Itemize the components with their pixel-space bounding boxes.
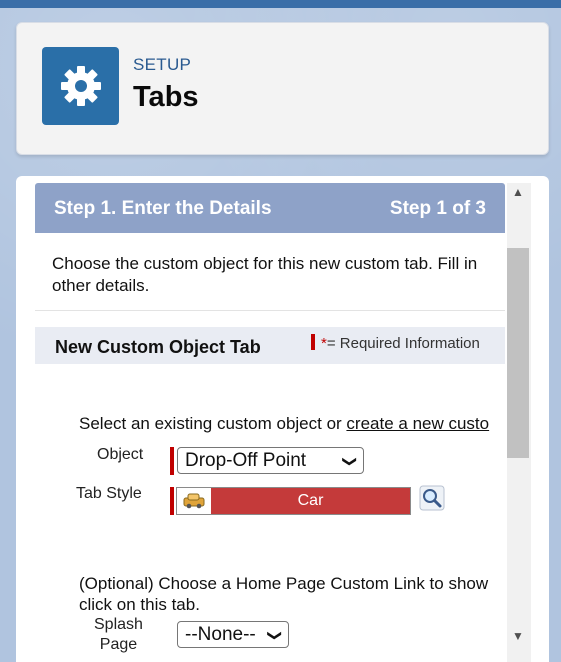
car-icon <box>177 488 211 514</box>
splash-page-label-line1: Splash <box>94 616 143 633</box>
scroll-down-arrow-icon[interactable]: ▼ <box>512 629 524 643</box>
chevron-down-icon: ❯ <box>267 629 284 642</box>
select-object-instruction: Select an existing custom object or crea… <box>79 414 489 434</box>
section-header: New Custom Object Tab *= Required Inform… <box>35 327 505 364</box>
tab-style-field[interactable]: Car <box>176 487 411 515</box>
step-header: Step 1. Enter the Details Step 1 of 3 <box>35 183 505 233</box>
object-select[interactable]: Drop-Off Point ❯ <box>177 447 364 474</box>
required-legend: *= Required Information <box>321 335 480 352</box>
step-counter: Step 1 of 3 <box>389 198 486 219</box>
top-banner <box>0 0 561 8</box>
object-required-marker <box>170 447 174 475</box>
page-title: Tabs <box>133 81 199 113</box>
page-header: SETUP Tabs <box>16 22 549 155</box>
splash-page-instruction: (Optional) Choose a Home Page Custom Lin… <box>79 574 489 614</box>
tab-style-value: Car <box>211 488 410 514</box>
select-object-prefix: Select an existing custom object or <box>79 414 347 433</box>
section-title: New Custom Object Tab <box>55 337 261 357</box>
tab-style-label: Tab Style <box>76 485 142 502</box>
object-label: Object <box>97 446 144 463</box>
step-title: Step 1. Enter the Details <box>54 198 272 219</box>
splash-page-label-line2: Page <box>99 636 138 653</box>
required-marker <box>311 334 315 350</box>
scroll-viewport: Step 1. Enter the Details Step 1 of 3 Ch… <box>35 183 505 662</box>
lookup-search-icon[interactable] <box>419 485 445 516</box>
required-legend-text: = Required Information <box>326 335 480 352</box>
create-custom-object-link[interactable]: create a new custo <box>346 414 489 433</box>
intro-text: Choose the custom object for this new cu… <box>52 254 478 295</box>
splash-page-select-value: --None-- <box>185 624 256 645</box>
tab-style-required-marker <box>170 487 174 515</box>
gear-icon <box>42 47 119 125</box>
vertical-scrollbar[interactable]: ▲ ▼ <box>507 183 531 662</box>
scroll-up-arrow-icon[interactable]: ▲ <box>512 185 524 199</box>
scrollbar-thumb[interactable] <box>507 248 529 458</box>
intro-section: Choose the custom object for this new cu… <box>35 233 505 311</box>
object-select-value: Drop-Off Point <box>185 450 307 471</box>
content-panel: Step 1. Enter the Details Step 1 of 3 Ch… <box>16 176 549 662</box>
splash-page-label: Splash Page <box>94 616 143 654</box>
page-kicker: SETUP <box>133 55 192 74</box>
splash-page-select[interactable]: --None-- ❯ <box>177 621 289 648</box>
chevron-down-icon: ❯ <box>342 455 359 468</box>
